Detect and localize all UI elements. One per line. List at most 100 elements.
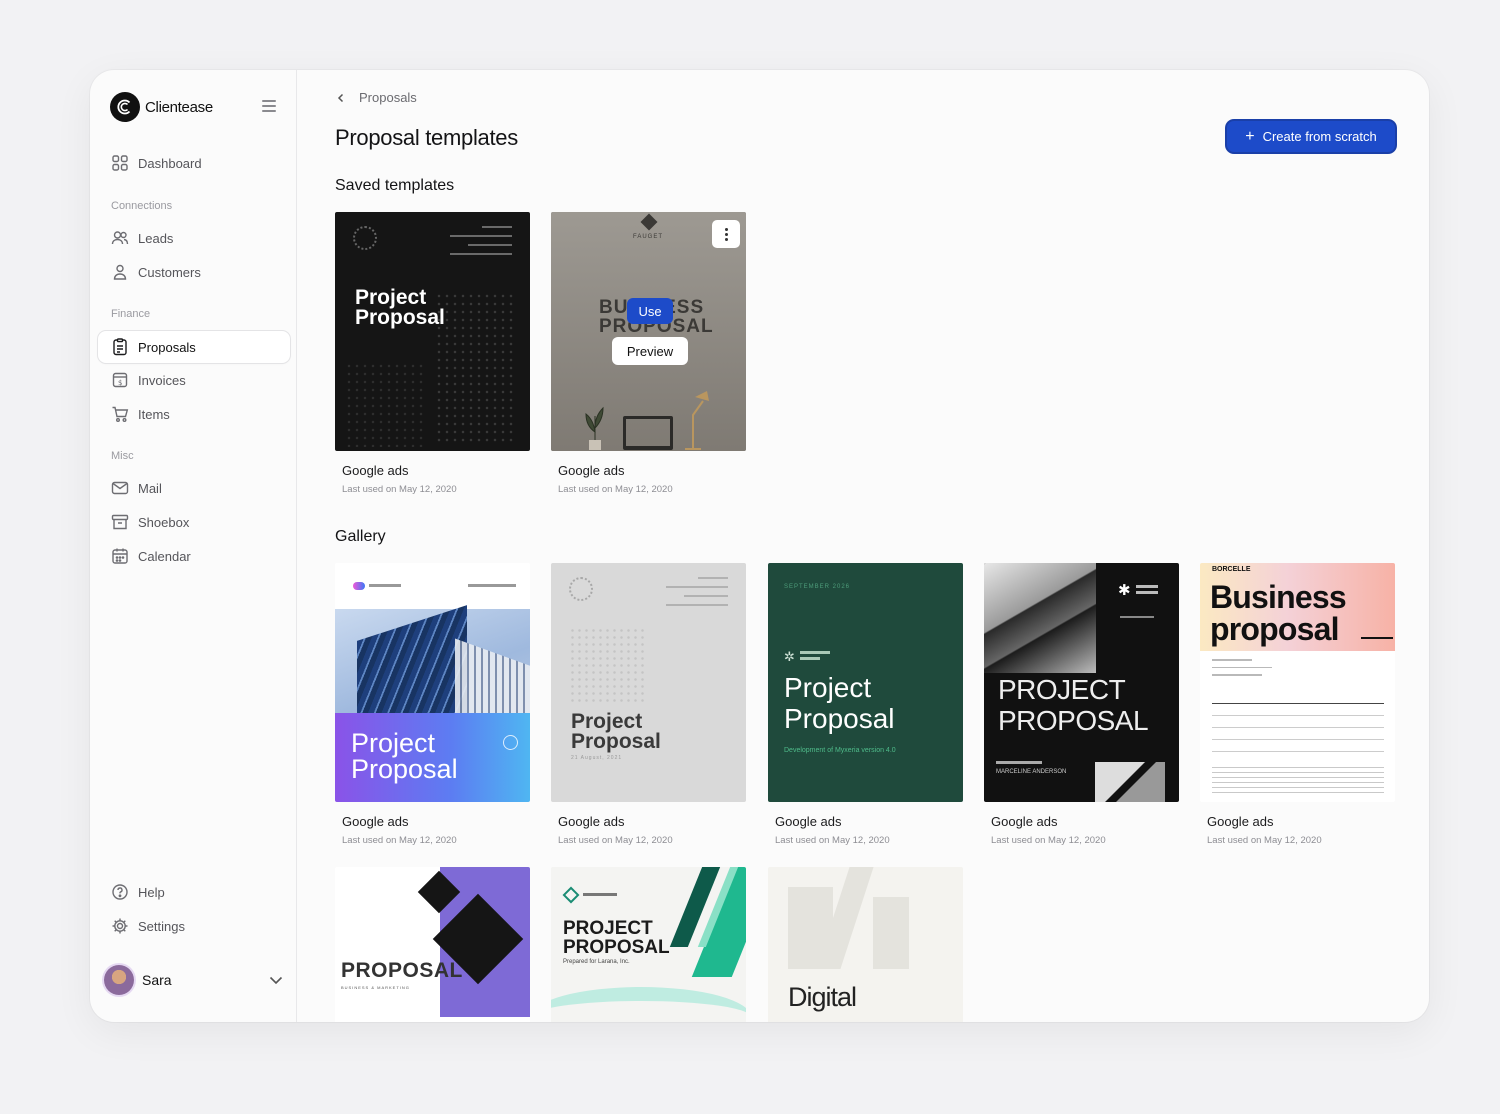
thumbnail-title: Project Proposal: [784, 672, 895, 734]
use-template-button[interactable]: Use: [627, 298, 673, 324]
brand-star-icon: ✱: [1118, 582, 1131, 599]
thumbnail-title: Project Proposal: [351, 728, 458, 784]
template-last-used: Last used on May 12, 2020: [991, 835, 1106, 846]
thumbnail-title: Business proposal: [1210, 579, 1347, 647]
chevron-left-icon[interactable]: [335, 92, 347, 104]
create-button-label: Create from scratch: [1262, 129, 1377, 144]
sidebar-item-leads[interactable]: Leads: [98, 222, 290, 254]
sidebar-item-help[interactable]: Help: [98, 876, 290, 908]
gallery-template-card[interactable]: Digital: [768, 867, 963, 1022]
thumbnail-brand: FAUGET: [633, 234, 664, 240]
thumbnail-title: PROJECT PROPOSAL: [998, 674, 1149, 736]
sidebar-item-label: Dashboard: [138, 155, 202, 171]
cart-icon: [112, 406, 129, 422]
logo[interactable]: Clientease: [110, 91, 280, 123]
calendar-icon: [112, 548, 128, 564]
archive-box-icon: [111, 514, 129, 530]
chevron-down-icon[interactable]: [268, 972, 284, 988]
page-title: Proposal templates: [335, 125, 518, 150]
template-thumbnail[interactable]: ✱ PROJECT PROPOSAL MARCELINE ANDERSON: [984, 563, 1179, 802]
sidebar-item-settings[interactable]: Settings: [98, 910, 290, 942]
saved-template-card[interactable]: FAUGET BUSINESS PROPOSAL Use Preview Goo…: [551, 212, 746, 495]
app-window: Clientease Dashboard Connections Leads C…: [90, 70, 1429, 1022]
sidebar-item-proposals[interactable]: Proposals: [98, 331, 290, 363]
thumbnail-subtitle: Prepared for Larana, Inc.: [563, 959, 630, 965]
sidebar-item-label: Invoices: [138, 372, 186, 388]
nav-section-connections: Connections: [111, 200, 173, 212]
template-thumbnail[interactable]: PROPOSAL BUSINESS & MARKETING: [335, 867, 530, 1022]
sidebar-item-label: Leads: [138, 230, 174, 246]
sidebar-item-shoebox[interactable]: Shoebox: [98, 506, 290, 538]
avatar: [104, 965, 134, 995]
lamp-icon: [685, 391, 709, 450]
mail-icon: [111, 481, 129, 495]
template-thumbnail[interactable]: Project Proposal: [335, 563, 530, 802]
thumbnail-subtitle: MARCELINE ANDERSON: [996, 769, 1067, 775]
gallery-template-card[interactable]: Project Proposal 21 August, 2021 Google …: [551, 563, 746, 846]
gallery-template-card[interactable]: Project Proposal Google ads Last used on…: [335, 563, 530, 846]
brand-star-icon: ✲: [784, 649, 795, 664]
gear-icon: [112, 918, 128, 934]
template-thumbnail[interactable]: FAUGET BUSINESS PROPOSAL Use Preview: [551, 212, 746, 451]
saved-templates-title: Saved templates: [335, 177, 455, 194]
preview-template-button[interactable]: Preview: [612, 337, 688, 365]
thumbnail-title: PROPOSAL: [341, 959, 463, 982]
invoice-icon: $: [112, 372, 128, 388]
template-thumbnail[interactable]: Project Proposal 21 August, 2021: [551, 563, 746, 802]
thumbnail-kicker: SEPTEMBER 2026: [784, 584, 851, 590]
breadcrumb[interactable]: Proposals: [335, 90, 417, 105]
gallery-title: Gallery: [335, 528, 386, 545]
brand-diamond-icon: [562, 886, 580, 904]
sidebar-item-label: Settings: [138, 918, 185, 934]
template-last-used: Last used on May 12, 2020: [558, 835, 673, 846]
more-options-icon[interactable]: [712, 220, 740, 248]
template-name: Google ads: [342, 463, 409, 478]
template-name: Google ads: [775, 814, 842, 829]
sidebar-item-label: Help: [138, 884, 165, 900]
proposal-document-icon: [113, 338, 127, 356]
clientease-logo-icon: [110, 92, 140, 122]
laptop-icon: [623, 416, 673, 450]
check-circle-icon: [503, 735, 518, 750]
sidebar-item-label: Proposals: [138, 339, 196, 355]
sidebar-item-calendar[interactable]: Calendar: [98, 540, 290, 572]
main-content: Proposals Proposal templates + Create fr…: [297, 70, 1429, 1022]
sidebar-item-mail[interactable]: Mail: [98, 472, 290, 504]
template-last-used: Last used on May 12, 2020: [342, 835, 457, 846]
sidebar-item-invoices[interactable]: $ Invoices: [98, 364, 290, 396]
template-thumbnail[interactable]: Project Proposal: [335, 212, 530, 451]
gallery-template-card[interactable]: ✱ PROJECT PROPOSAL MARCELINE ANDERSON Go…: [984, 563, 1179, 846]
template-last-used: Last used on May 12, 2020: [558, 484, 673, 495]
menu-toggle-icon[interactable]: [262, 100, 276, 112]
sidebar-item-dashboard[interactable]: Dashboard: [98, 147, 290, 179]
template-thumbnail[interactable]: SEPTEMBER 2026 ✲ Project Proposal Develo…: [768, 563, 963, 802]
create-from-scratch-button[interactable]: + Create from scratch: [1227, 121, 1395, 152]
template-name: Google ads: [558, 463, 625, 478]
template-last-used: Last used on May 12, 2020: [1207, 835, 1322, 846]
saved-template-card[interactable]: Project Proposal Google ads Last used on…: [335, 212, 530, 495]
thumbnail-brand: BORCELLE: [1212, 566, 1251, 573]
thumbnail-date: 21 August, 2021: [571, 755, 623, 761]
gallery-template-card[interactable]: PROPOSAL BUSINESS & MARKETING: [335, 867, 530, 1022]
thumbnail-title: Project Proposal: [355, 286, 445, 329]
template-thumbnail[interactable]: PROJECT PROPOSAL Prepared for Larana, In…: [551, 867, 746, 1022]
svg-text:$: $: [118, 379, 122, 387]
sidebar-item-label: Items: [138, 406, 170, 422]
gallery-template-card[interactable]: SEPTEMBER 2026 ✲ Project Proposal Develo…: [768, 563, 963, 846]
sidebar-item-label: Shoebox: [138, 514, 190, 530]
sidebar-item-label: Customers: [138, 264, 201, 280]
sidebar-item-label: Calendar: [138, 548, 191, 564]
gallery-template-card[interactable]: BORCELLE Business proposal Google ads La…: [1200, 563, 1395, 846]
gallery-template-card[interactable]: PROJECT PROPOSAL Prepared for Larana, In…: [551, 867, 746, 1022]
thumbnail-title: Project Proposal: [571, 710, 661, 753]
user-menu[interactable]: Sara: [104, 963, 284, 997]
thumbnail-title: Digital: [788, 982, 857, 1012]
users-icon: [111, 231, 129, 245]
app-name: Clientease: [145, 98, 213, 116]
breadcrumb-proposals[interactable]: Proposals: [359, 90, 417, 105]
template-thumbnail[interactable]: Digital: [768, 867, 963, 1022]
sidebar-item-customers[interactable]: Customers: [98, 256, 290, 288]
thumbnail-subtitle: Development of Myxeria version 4.0: [784, 747, 896, 754]
sidebar-item-items[interactable]: Items: [98, 398, 290, 430]
template-thumbnail[interactable]: BORCELLE Business proposal: [1200, 563, 1395, 802]
